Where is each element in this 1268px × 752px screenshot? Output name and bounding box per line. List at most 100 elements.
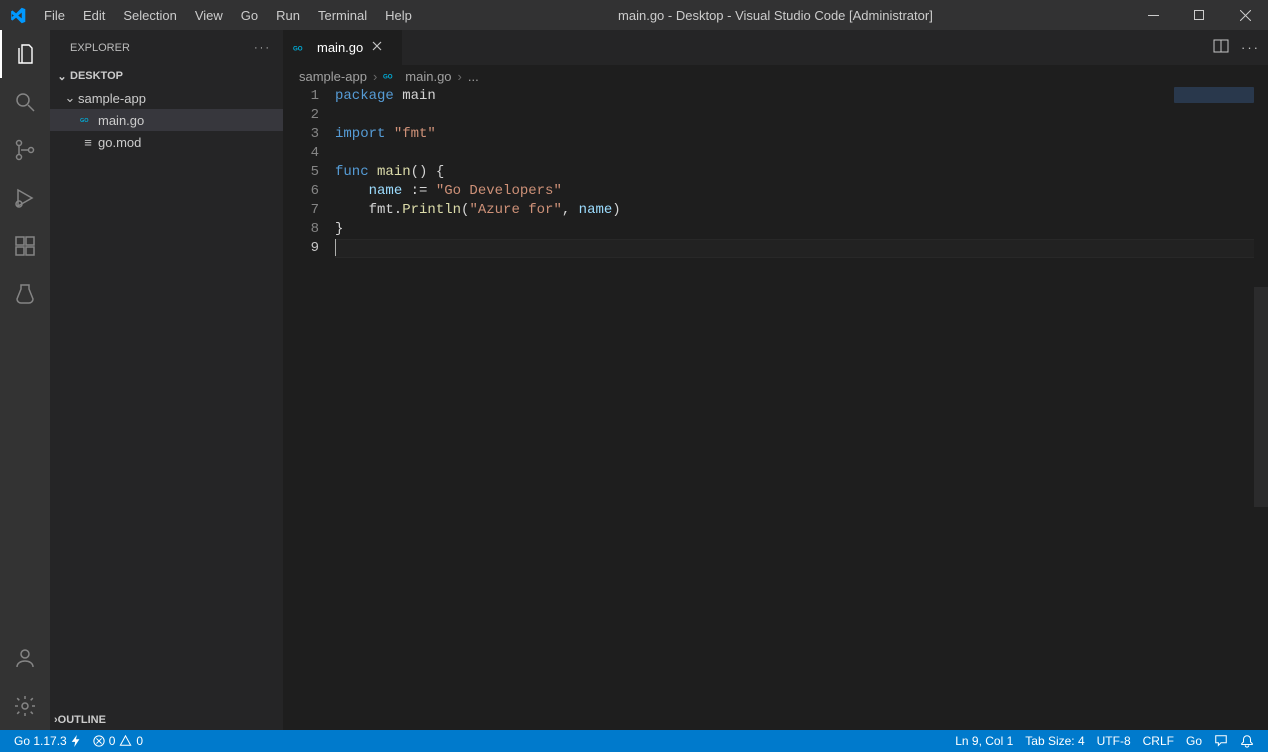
sidebar-root-label: DESKTOP: [70, 70, 123, 82]
menu-run[interactable]: Run: [267, 0, 309, 30]
editor-body[interactable]: 123456789 package main import "fmt" func m…: [283, 87, 1268, 730]
status-tab-size[interactable]: Tab Size: 4: [1019, 730, 1090, 752]
line-number: 5: [283, 163, 319, 182]
chevron-right-icon: ›: [371, 69, 379, 84]
activity-run-debug[interactable]: [0, 174, 50, 222]
editor-more-icon[interactable]: ···: [1241, 40, 1260, 55]
tab-close-button[interactable]: [369, 38, 385, 57]
code-line[interactable]: fmt.Println("Azure for", name): [335, 201, 1268, 220]
scrollbar-track[interactable]: [1254, 87, 1268, 730]
split-editor-icon[interactable]: [1213, 38, 1229, 57]
status-bell-icon[interactable]: [1234, 730, 1260, 752]
code-line[interactable]: package main: [335, 87, 1268, 106]
status-language[interactable]: Go: [1180, 730, 1208, 752]
activity-settings[interactable]: [0, 682, 50, 730]
line-number: 8: [283, 220, 319, 239]
sidebar-more-icon[interactable]: ···: [254, 42, 271, 54]
breadcrumbs[interactable]: sample-app › GO main.go › ...: [283, 65, 1268, 87]
tab-main-go[interactable]: GO main.go: [283, 30, 403, 65]
activitybar: [0, 30, 50, 730]
code-line[interactable]: [335, 144, 1268, 163]
code-content[interactable]: package main import "fmt" func main() { na…: [335, 87, 1268, 730]
line-number: 3: [283, 125, 319, 144]
status-feedback-icon[interactable]: [1208, 730, 1234, 752]
svg-text:GO: GO: [293, 45, 303, 52]
tree-file-label: go.mod: [98, 135, 141, 150]
status-cursor-position[interactable]: Ln 9, Col 1: [949, 730, 1019, 752]
editor-actions: ···: [1213, 30, 1268, 65]
activity-accounts[interactable]: [0, 634, 50, 682]
chevron-down-icon: ⌄: [62, 90, 78, 106]
editor-area: GO main.go ··· sample-app › GO main.go ›: [283, 30, 1268, 730]
menubar: FileEditSelectionViewGoRunTerminalHelp: [35, 0, 421, 30]
activity-explorer[interactable]: [0, 30, 50, 78]
line-number: 2: [283, 106, 319, 125]
file-icon: ≡: [78, 135, 98, 150]
menu-terminal[interactable]: Terminal: [309, 0, 376, 30]
activity-extensions[interactable]: [0, 222, 50, 270]
window-controls: [1130, 0, 1268, 30]
code-line[interactable]: }: [335, 220, 1268, 239]
sidebar-title: EXPLORER: [70, 42, 130, 54]
code-line[interactable]: [335, 239, 1268, 258]
vscode-logo-icon: [0, 7, 35, 24]
breadcrumb-tail[interactable]: ...: [468, 69, 479, 84]
scrollbar-thumb[interactable]: [1254, 287, 1268, 507]
maximize-button[interactable]: [1176, 0, 1222, 30]
sidebar: EXPLORER ··· ⌄ DESKTOP ⌄ sample-app GO m…: [50, 30, 283, 730]
statusbar: Go 1.17.3 0 0 Ln 9, Col 1 Tab Size: 4 UT…: [0, 730, 1268, 752]
sidebar-root[interactable]: ⌄ DESKTOP: [50, 65, 283, 87]
tree-file-go-mod[interactable]: ≡ go.mod: [50, 131, 283, 153]
error-icon: [93, 735, 105, 747]
text-cursor: [335, 239, 336, 256]
menu-view[interactable]: View: [186, 0, 232, 30]
go-file-icon: GO: [383, 71, 401, 81]
tree-folder-label: sample-app: [78, 91, 146, 106]
line-number: 9: [283, 239, 319, 258]
minimize-button[interactable]: [1130, 0, 1176, 30]
window-title: main.go - Desktop - Visual Studio Code […: [421, 8, 1130, 23]
line-number: 7: [283, 201, 319, 220]
go-file-icon: GO: [78, 115, 98, 125]
status-go-version-label: Go 1.17.3: [14, 734, 67, 748]
close-button[interactable]: [1222, 0, 1268, 30]
lightning-icon: [71, 735, 81, 747]
main: EXPLORER ··· ⌄ DESKTOP ⌄ sample-app GO m…: [0, 30, 1268, 730]
menu-edit[interactable]: Edit: [74, 0, 114, 30]
menu-file[interactable]: File: [35, 0, 74, 30]
activity-source-control[interactable]: [0, 126, 50, 174]
svg-text:GO: GO: [80, 118, 89, 124]
warning-icon: [119, 735, 132, 747]
tree-folder-sample-app[interactable]: ⌄ sample-app: [50, 87, 283, 109]
status-encoding[interactable]: UTF-8: [1091, 730, 1137, 752]
sidebar-outline[interactable]: › OUTLINE: [50, 708, 283, 730]
status-go-version[interactable]: Go 1.17.3: [8, 730, 87, 752]
code-line[interactable]: func main() {: [335, 163, 1268, 182]
breadcrumb-part[interactable]: main.go: [405, 69, 451, 84]
line-number: 1: [283, 87, 319, 106]
editor-tabs: GO main.go ···: [283, 30, 1268, 65]
sidebar-outline-label: OUTLINE: [58, 714, 106, 726]
chevron-down-icon: ⌄: [54, 70, 70, 83]
code-line[interactable]: [335, 106, 1268, 125]
menu-help[interactable]: Help: [376, 0, 421, 30]
menu-go[interactable]: Go: [232, 0, 267, 30]
status-errors: 0: [109, 734, 116, 748]
code-line[interactable]: name := "Go Developers": [335, 182, 1268, 201]
line-number: 6: [283, 182, 319, 201]
minimap[interactable]: [1174, 87, 1254, 103]
breadcrumb-part[interactable]: sample-app: [299, 69, 367, 84]
code-line[interactable]: import "fmt": [335, 125, 1268, 144]
go-file-icon: GO: [293, 43, 311, 53]
tree-file-main-go[interactable]: GO main.go: [50, 109, 283, 131]
activity-search[interactable]: [0, 78, 50, 126]
chevron-right-icon: ›: [456, 69, 464, 84]
line-number-gutter: 123456789: [283, 87, 335, 730]
file-tree: ⌄ sample-app GO main.go ≡ go.mod: [50, 87, 283, 708]
activity-testing[interactable]: [0, 270, 50, 318]
status-eol[interactable]: CRLF: [1137, 730, 1180, 752]
tree-file-label: main.go: [98, 113, 144, 128]
menu-selection[interactable]: Selection: [114, 0, 185, 30]
line-number: 4: [283, 144, 319, 163]
status-problems[interactable]: 0 0: [87, 730, 149, 752]
